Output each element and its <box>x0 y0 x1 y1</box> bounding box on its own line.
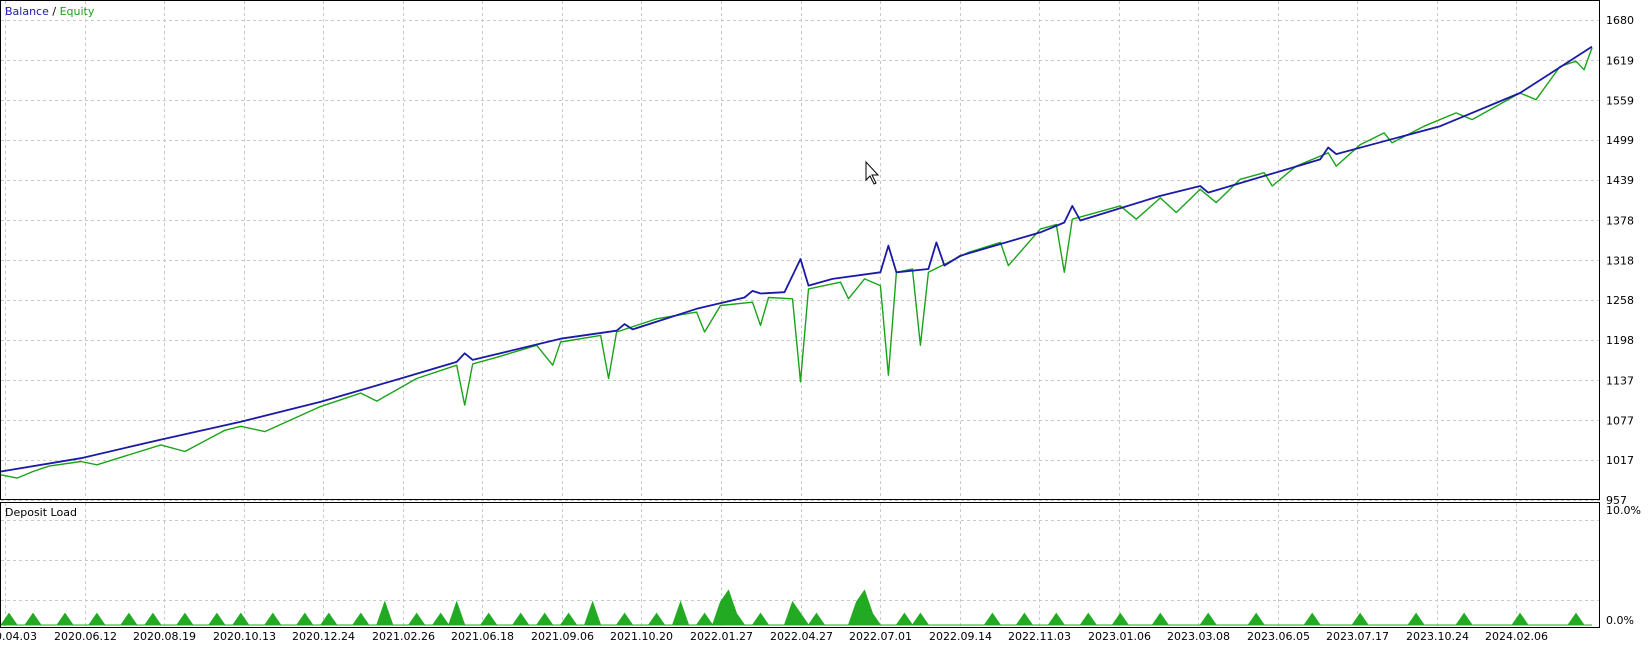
x-tick-label: 2023.06.05 <box>1247 630 1310 643</box>
legend-separator: / <box>49 5 60 18</box>
deposit-load-area <box>0 589 1592 627</box>
x-tick-label: 2020.04.03 <box>0 630 37 643</box>
x-tick-label: 2020.12.24 <box>292 630 355 643</box>
deposit-load-layer <box>0 589 1592 627</box>
deposit-load-frame <box>0 502 1600 628</box>
series-layer <box>0 45 1593 479</box>
x-tick-label: 2021.02.26 <box>372 630 435 643</box>
chart-svg: Balance / Equity Deposit Load 1680 1619 15… <box>0 0 1641 643</box>
deposit-load-grid <box>1 503 1600 628</box>
x-tick-label: 2023.10.24 <box>1406 630 1469 643</box>
x-tick-label: 2023.03.08 <box>1167 630 1230 643</box>
deposit-y-tick-label: 10.0% <box>1606 504 1641 517</box>
y-axis-ticks: 1680 1619 1559 1499 1439 1378 1318 1258 1198 1137… <box>1606 14 1634 507</box>
main-plot-frame <box>0 0 1600 500</box>
x-axis-ticks: 2020.04.03 2020.06.12 2020.08.19 2020.10.13… <box>0 630 1548 643</box>
y-tick-label: 1137 <box>1606 374 1634 387</box>
x-tick-label: 2020.10.13 <box>213 630 276 643</box>
y-tick-label: 1378 <box>1606 214 1634 227</box>
equity-line <box>0 47 1593 479</box>
y-tick-label: 1559 <box>1606 94 1634 107</box>
main-plot-grid <box>1 1 1600 501</box>
y-tick-label: 1318 <box>1606 254 1634 267</box>
balance-line <box>0 45 1593 473</box>
x-tick-label: 2022.09.14 <box>929 630 992 643</box>
strategy-tester-graph: Balance / Equity Deposit Load 1680 1619 15… <box>0 0 1649 643</box>
x-tick-label: 2022.11.03 <box>1008 630 1071 643</box>
legend: Balance / Equity <box>5 5 95 18</box>
deposit-load-title: Deposit Load <box>5 506 77 519</box>
y-tick-label: 1619 <box>1606 54 1634 67</box>
x-tick-label: 2023.01.06 <box>1088 630 1151 643</box>
x-tick-label: 2021.06.18 <box>451 630 514 643</box>
y-tick-label: 1439 <box>1606 174 1634 187</box>
x-tick-label: 2021.10.20 <box>610 630 673 643</box>
x-tick-label: 2020.06.12 <box>54 630 117 643</box>
y-tick-label: 1198 <box>1606 334 1634 347</box>
x-tick-label: 2024.02.06 <box>1485 630 1548 643</box>
x-tick-label: 2021.09.06 <box>531 630 594 643</box>
legend-balance: Balance <box>5 5 49 18</box>
y-tick-label: 1258 <box>1606 294 1634 307</box>
x-tick-label: 2022.01.27 <box>690 630 753 643</box>
x-tick-label: 2022.04.27 <box>770 630 833 643</box>
y-tick-label: 1680 <box>1606 14 1634 27</box>
y-tick-label: 1499 <box>1606 134 1634 147</box>
x-tick-label: 2023.07.17 <box>1326 630 1389 643</box>
x-tick-label: 2020.08.19 <box>133 630 196 643</box>
deposit-y-tick-label: 0.0% <box>1606 614 1634 627</box>
deposit-y-axis-ticks: 10.0% 0.0% <box>1606 504 1641 627</box>
y-tick-label: 1077 <box>1606 414 1634 427</box>
x-tick-label: 2022.07.01 <box>849 630 912 643</box>
legend-equity: Equity <box>60 5 95 18</box>
y-tick-label: 1017 <box>1606 454 1634 467</box>
